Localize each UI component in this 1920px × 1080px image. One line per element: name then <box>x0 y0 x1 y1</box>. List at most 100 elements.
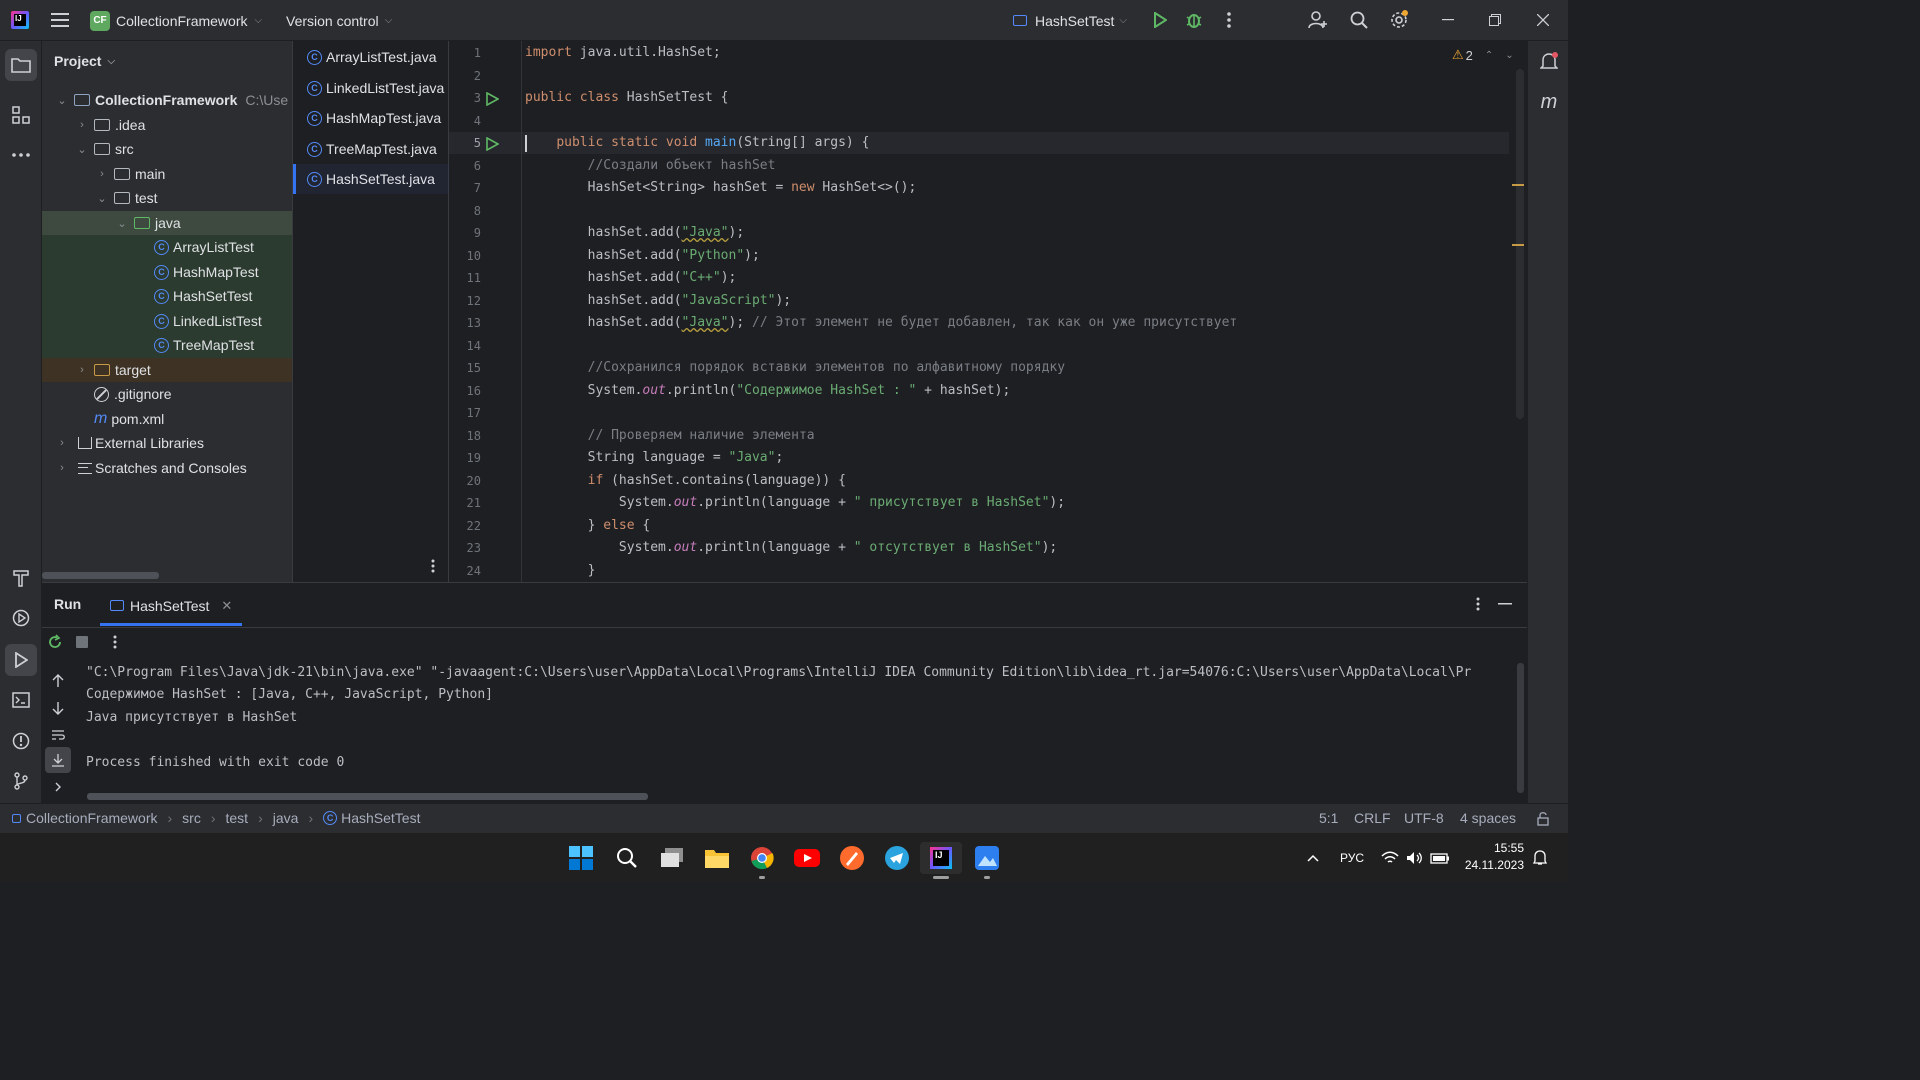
editor-tab[interactable]: C ArrayListTest.java <box>293 42 450 72</box>
run-tool-icon[interactable] <box>5 644 37 676</box>
breadcrumb-item[interactable]: java <box>273 810 299 826</box>
maven-icon[interactable]: m <box>1536 89 1562 115</box>
settings-icon[interactable] <box>1386 7 1412 33</box>
git-icon[interactable] <box>8 768 34 794</box>
line-separator[interactable]: CRLF <box>1354 810 1391 826</box>
tree-root[interactable]: ⌄ CollectionFramework C:\Use <box>42 88 292 112</box>
more-tools-icon[interactable] <box>8 142 34 168</box>
project-panel-header[interactable]: Project ⌵ <box>54 53 115 69</box>
intellij-taskbar-icon[interactable]: IJ <box>920 842 962 874</box>
clock-date[interactable]: 24.11.2023 <box>1464 858 1524 872</box>
soft-wrap-icon[interactable] <box>45 722 71 748</box>
chevron-right-icon[interactable] <box>45 774 71 800</box>
notifications-icon[interactable] <box>1536 49 1562 75</box>
notification-bell-icon[interactable] <box>1527 845 1553 871</box>
tree-item-pom[interactable]: m pom.xml <box>42 407 292 431</box>
tree-item-arraylisttest[interactable]: C ArrayListTest <box>42 235 292 259</box>
project-switcher[interactable]: CF CollectionFramework ⌵ <box>90 0 262 41</box>
tree-item-hashmaptest[interactable]: C HashMapTest <box>42 260 292 284</box>
editor-tab-active[interactable]: C HashSetTest.java <box>293 164 450 194</box>
stop-icon[interactable] <box>69 629 95 655</box>
tree-item-target[interactable]: › target <box>42 358 292 382</box>
tree-item-java[interactable]: ⌄ java <box>42 211 292 235</box>
tree-item-main[interactable]: › main <box>42 162 292 186</box>
file-encoding[interactable]: UTF-8 <box>1404 810 1444 826</box>
keyboard-language[interactable]: РУС <box>1340 851 1364 865</box>
lock-icon[interactable] <box>1530 806 1556 832</box>
run-gutter-icon[interactable] <box>486 92 499 106</box>
breadcrumb-item[interactable]: HashSetTest <box>341 810 420 826</box>
console-vertical-scrollbar[interactable] <box>1517 663 1524 793</box>
tree-item-treemaptest[interactable]: C TreeMapTest <box>42 333 292 357</box>
pen-app-icon[interactable] <box>836 842 868 874</box>
build-icon[interactable] <box>8 565 34 591</box>
tree-item-linkedlisttest[interactable]: C LinkedListTest <box>42 309 292 333</box>
youtube-icon[interactable] <box>791 842 823 874</box>
file-explorer-icon[interactable] <box>701 842 733 874</box>
more-icon[interactable] <box>1216 7 1242 33</box>
tree-item-scratches[interactable]: › Scratches and Consoles <box>42 456 292 480</box>
chevron-up-icon[interactable] <box>1300 845 1326 871</box>
indent-setting[interactable]: 4 spaces <box>1460 810 1516 826</box>
chevron-down-icon[interactable]: ⌄ <box>1505 50 1513 61</box>
project-tool-icon[interactable] <box>5 49 37 81</box>
inspection-widget[interactable]: ⚠ 2 ⌃ ⌄ <box>1452 47 1514 63</box>
tree-item-external-libraries[interactable]: › External Libraries <box>42 431 292 455</box>
wifi-icon[interactable] <box>1377 845 1403 871</box>
run-gutter-icon[interactable] <box>486 137 499 151</box>
run-config-selector[interactable]: HashSetTest ⌵ <box>1013 0 1127 41</box>
tree-item-gitignore[interactable]: .gitignore <box>42 382 292 406</box>
close-icon[interactable] <box>1530 7 1556 33</box>
vcs-menu[interactable]: Version control ⌵ <box>286 0 392 41</box>
arrow-up-icon[interactable] <box>45 668 71 694</box>
clock-time[interactable]: 15:55 <box>1464 841 1524 855</box>
more-icon[interactable] <box>1465 591 1491 617</box>
more-icon[interactable] <box>102 629 128 655</box>
services-icon[interactable] <box>8 605 34 631</box>
windows-start-icon[interactable] <box>565 842 597 874</box>
hide-panel-icon[interactable] <box>1492 591 1518 617</box>
intellij-logo-icon[interactable]: IJ <box>11 11 29 29</box>
code-editor[interactable]: 1 2 3 4 5 6 7 8 9 10 11 12 13 14 15 16 17 18 19 20 21 22 23 24 … <box>449 41 1527 582</box>
breadcrumb-item[interactable]: src <box>182 810 201 826</box>
structure-icon[interactable] <box>8 102 34 128</box>
run-icon[interactable] <box>1147 7 1173 33</box>
editor-tab[interactable]: C TreeMapTest.java <box>293 134 450 164</box>
warning-marker[interactable] <box>1512 244 1524 246</box>
minimize-icon[interactable] <box>1435 7 1461 33</box>
tree-item-idea[interactable]: › .idea <box>42 113 292 137</box>
chrome-icon[interactable] <box>746 842 778 874</box>
maximize-icon[interactable] <box>1482 7 1508 33</box>
code-line: hashSet.add("Python"); <box>525 248 760 263</box>
problems-icon[interactable] <box>8 728 34 754</box>
tree-item-test[interactable]: ⌄ test <box>42 186 292 210</box>
search-icon[interactable] <box>1346 7 1372 33</box>
photos-icon[interactable] <box>971 842 1003 874</box>
run-config-tab[interactable]: HashSetTest ✕ <box>100 588 242 626</box>
rerun-icon[interactable] <box>42 629 68 655</box>
tree-item-hashsettest[interactable]: C HashSetTest <box>42 284 292 308</box>
editor-tab[interactable]: C LinkedListTest.java <box>293 73 450 103</box>
close-tab-icon[interactable]: ✕ <box>221 598 232 614</box>
tree-item-src[interactable]: ⌄ src <box>42 137 292 161</box>
task-view-icon[interactable] <box>656 842 688 874</box>
more-icon[interactable] <box>420 553 446 579</box>
console-horizontal-scrollbar[interactable] <box>87 793 648 800</box>
telegram-icon[interactable] <box>881 842 913 874</box>
chevron-up-icon[interactable]: ⌃ <box>1485 50 1493 61</box>
hamburger-menu-icon[interactable] <box>47 7 73 33</box>
caret-position[interactable]: 5:1 <box>1319 810 1338 826</box>
editor-tab[interactable]: C HashMapTest.java <box>293 103 450 133</box>
volume-icon[interactable] <box>1402 845 1428 871</box>
taskbar-search-icon[interactable] <box>611 842 643 874</box>
arrow-down-icon[interactable] <box>45 695 71 721</box>
add-user-icon[interactable] <box>1305 7 1331 33</box>
debug-icon[interactable] <box>1181 7 1207 33</box>
breadcrumb-item[interactable]: test <box>226 810 249 826</box>
terminal-icon[interactable] <box>8 687 34 713</box>
scroll-to-end-icon[interactable] <box>45 747 71 773</box>
horizontal-scrollbar[interactable] <box>42 572 159 579</box>
battery-icon[interactable] <box>1427 845 1453 871</box>
breadcrumb-item[interactable]: CollectionFramework <box>26 810 157 826</box>
warning-marker[interactable] <box>1512 184 1524 186</box>
